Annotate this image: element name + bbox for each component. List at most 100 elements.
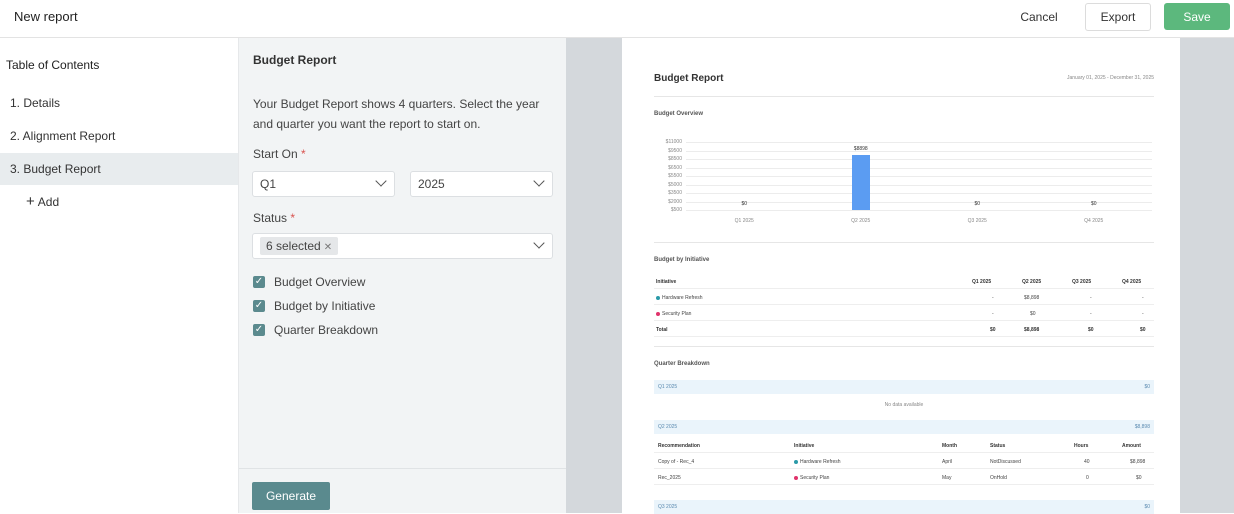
form-title: Budget Report [253, 53, 337, 67]
y-tick-label: $8500 [668, 156, 682, 162]
y-tick-label: $6500 [668, 164, 682, 171]
grid-line [686, 167, 1152, 169]
x-tick-label: Q4 2025 [1084, 218, 1104, 224]
checkbox-checked-icon[interactable]: ✓ [253, 276, 265, 288]
table-header-row: Recommendation Initiative Month Status H… [654, 438, 1154, 453]
header-cell: Amount [1122, 443, 1141, 449]
value-cell: - [992, 295, 994, 301]
checkbox-label: Quarter Breakdown [274, 323, 379, 337]
checkbox-checked-icon[interactable]: ✓ [253, 300, 265, 312]
band-amount: $8,898 [1134, 424, 1150, 430]
x-tick-label: Q3 2025 [967, 218, 987, 224]
hours-cell: 0 [1086, 475, 1089, 481]
rec-cell: Rec_2025 [658, 475, 681, 481]
value-cell: $8,898 [1024, 327, 1040, 333]
cancel-button[interactable]: Cancel [1012, 5, 1066, 29]
form-description: Your Budget Report shows 4 quarters. Sel… [253, 97, 540, 131]
x-tick-label: Q2 2025 [851, 218, 871, 224]
overview-title: Budget Overview [654, 111, 704, 117]
generate-button[interactable]: Generate [252, 482, 330, 510]
header-cell: Recommendation [658, 443, 700, 449]
initiative-cell: Security Plan [656, 311, 691, 317]
toc-item-budget-report[interactable]: 3. Budget Report [0, 153, 238, 185]
initiative-cell: Hardware Refresh [656, 295, 703, 301]
budget-overview-chart: $11000 $9500 $8500 $6500 $5500 $5000 $3500 $200… [654, 138, 1154, 238]
y-tick-label: $500 [670, 207, 682, 213]
initiative-name: Hardware Refresh [662, 295, 703, 301]
initiative-cell: Hardware Refresh [794, 459, 841, 465]
budget-report-form: Budget Report Your Budget Report shows 4… [238, 38, 567, 513]
grid-line [686, 150, 1152, 152]
page-title: New report [14, 9, 78, 24]
y-tick-label: $5500 [668, 173, 682, 179]
export-button[interactable]: Export [1085, 3, 1151, 31]
quarter-breakdown-title: Quarter Breakdown [654, 361, 710, 367]
grid-line [686, 193, 1152, 194]
status-label: Status * [253, 211, 295, 225]
status-multiselect[interactable]: 6 selected ✕ [252, 233, 553, 259]
month-cell: April [942, 459, 953, 465]
grid-line [686, 142, 1152, 143]
grid-line [686, 176, 1152, 177]
y-tick-label: $5000 [668, 181, 682, 188]
preview-title: Budget Report [654, 73, 724, 84]
y-tick-label: $3500 [668, 190, 682, 196]
bar-value-label: $0 [1090, 201, 1097, 207]
value-cell: $8,898 [1024, 295, 1040, 301]
month-cell: May [942, 475, 952, 481]
table-total-row: Total $0 $8,898 $0 $0 [654, 322, 1154, 337]
toc-title: Table of Contents [6, 58, 100, 72]
header-cell: Hours [1074, 443, 1089, 449]
value-cell: $0 [1140, 327, 1146, 333]
top-bar: New report Cancel Export Save [0, 0, 1234, 38]
header-cell: Initiative [794, 443, 815, 449]
plus-icon: + [26, 193, 35, 210]
checkbox-checked-icon[interactable]: ✓ [253, 324, 265, 336]
table-row: Hardware Refresh - $8,898 - - [654, 290, 1154, 305]
divider [654, 346, 1154, 347]
band-label: Q2 2025 [658, 424, 678, 430]
status-cell: NotDiscussed [990, 459, 1021, 465]
amount-cell: $8,898 [1130, 459, 1146, 465]
by-initiative-title: Budget by Initiative [654, 257, 710, 263]
value-cell: - [992, 311, 994, 317]
header-cell: Q3 2025 [1072, 279, 1092, 285]
toc-item-alignment-report[interactable]: 2. Alignment Report [0, 120, 238, 152]
chevron-down-icon [533, 237, 545, 249]
teal-dot-icon [794, 459, 798, 464]
value-cell: $0 [990, 327, 996, 333]
table-row: Security Plan - $0 - - [654, 306, 1154, 321]
no-data-message: No data available [884, 402, 924, 408]
initiative-cell: Security Plan [794, 475, 829, 481]
rec-cell: Copy of - Rec_4 [658, 459, 695, 465]
status-cell: OnHold [990, 475, 1007, 481]
grid-line [686, 210, 1152, 211]
bar [851, 154, 870, 210]
toc-item-details[interactable]: 1. Details [0, 87, 238, 119]
header-cell: Q1 2025 [972, 279, 992, 285]
band-amount: $0 [1144, 504, 1150, 510]
band-amount: $0 [1144, 384, 1150, 390]
chevron-down-icon [375, 175, 387, 187]
add-label: Add [37, 195, 60, 209]
remove-chip-icon[interactable]: ✕ [324, 242, 332, 253]
required-marker: * [290, 211, 296, 225]
year-select[interactable]: 2025 [410, 171, 553, 197]
value-cell: $0 [1088, 327, 1094, 333]
quarter-select[interactable]: Q1 [252, 171, 395, 197]
amount-cell: $0 [1136, 475, 1142, 481]
start-on-text: Start On [253, 147, 298, 161]
add-section-button[interactable]: + Add [26, 193, 59, 210]
quarter-value: Q1 [260, 177, 277, 191]
value-cell: - [1142, 311, 1144, 317]
header-cell: Status [990, 443, 1006, 449]
save-button[interactable]: Save [1164, 3, 1230, 30]
status-chip[interactable]: 6 selected ✕ [260, 237, 339, 255]
header-cell: Q2 2025 [1022, 279, 1042, 285]
y-tick-label: $11000 [665, 139, 682, 145]
initiative-name: Hardware Refresh [800, 459, 841, 465]
pink-dot-icon [656, 311, 660, 316]
checkbox-label: Budget Overview [274, 275, 366, 289]
table-header-row: Initiative Q1 2025 Q2 2025 Q3 2025 Q4 20… [654, 274, 1154, 289]
required-marker: * [301, 147, 306, 161]
